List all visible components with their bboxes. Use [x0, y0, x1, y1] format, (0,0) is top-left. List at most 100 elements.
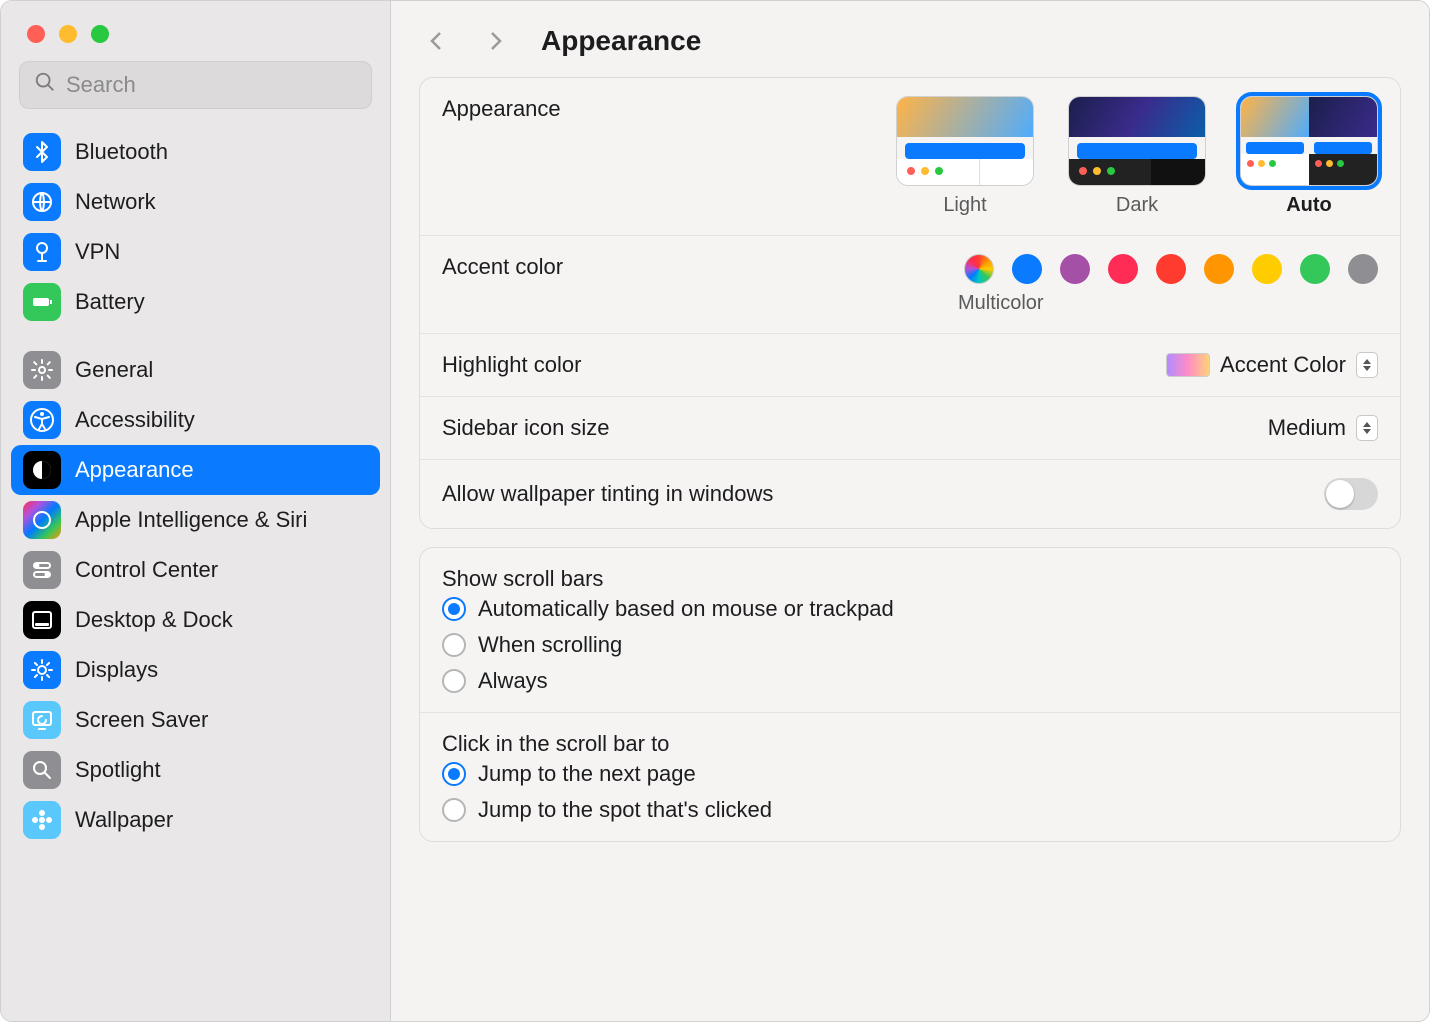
window: Bluetooth Network VPN Battery General Accessi…: [0, 0, 1430, 1022]
sidebar-item-accessibility[interactable]: Accessibility: [11, 395, 380, 445]
sidebar-item-screen-saver[interactable]: Screen Saver: [11, 695, 380, 745]
main-content: Appearance Appearance Light Dark: [391, 1, 1429, 1021]
radio-button[interactable]: [442, 669, 466, 693]
sidebar-item-label: Bluetooth: [75, 139, 168, 165]
search-field[interactable]: [19, 61, 372, 109]
radio-button[interactable]: [442, 597, 466, 621]
search-input[interactable]: [66, 72, 357, 98]
sidebar-item-label: Desktop & Dock: [75, 607, 233, 633]
accent-color-option[interactable]: [1204, 254, 1234, 284]
sidebar-item-label: Screen Saver: [75, 707, 208, 733]
row-wallpaper-tinting: Allow wallpaper tinting in windows: [420, 460, 1400, 528]
sidebar-item-label: Accessibility: [75, 407, 195, 433]
appearance-option-label: Dark: [1116, 194, 1158, 217]
wallpaper-tinting-toggle[interactable]: [1324, 478, 1378, 510]
radio-button[interactable]: [442, 633, 466, 657]
header: Appearance: [391, 1, 1429, 77]
radio-label: Jump to the spot that's clicked: [478, 797, 772, 823]
sidebar-item-label: Battery: [75, 289, 145, 315]
row-highlight-color: Highlight color Accent Color: [420, 334, 1400, 397]
highlight-color-label: Highlight color: [442, 352, 581, 378]
row-appearance: Appearance Light Dark: [420, 78, 1400, 236]
vpn-icon: [23, 233, 61, 271]
scroll-click-group: Jump to the next page Jump to the spot th…: [420, 757, 1400, 841]
sidebar-item-displays[interactable]: Displays: [11, 645, 380, 695]
screensaver-icon: [23, 701, 61, 739]
appearance-option-light[interactable]: Light: [896, 96, 1034, 217]
sidebar-item-battery[interactable]: Battery: [11, 277, 380, 327]
search-icon: [34, 71, 56, 99]
highlight-color-select[interactable]: Accent Color: [1166, 352, 1378, 378]
nav-back-button[interactable]: [425, 29, 449, 53]
flower-icon: [23, 801, 61, 839]
radio-label: Automatically based on mouse or trackpad: [478, 596, 894, 622]
sidebar-item-label: Network: [75, 189, 156, 215]
accent-color-option[interactable]: [964, 254, 994, 284]
accent-color-option[interactable]: [1156, 254, 1186, 284]
accent-color-options: [964, 254, 1378, 284]
sidebar-item-spotlight[interactable]: Spotlight: [11, 745, 380, 795]
sidebar-item-apple-intelligence-siri[interactable]: Apple Intelligence & Siri: [11, 495, 380, 545]
zoom-button[interactable]: [91, 25, 109, 43]
radio-button[interactable]: [442, 762, 466, 786]
window-controls: [1, 1, 390, 61]
radio-option[interactable]: Jump to the spot that's clicked: [442, 797, 1378, 823]
radio-label: Jump to the next page: [478, 761, 696, 787]
stepper-icon: [1356, 352, 1378, 378]
radio-button[interactable]: [442, 798, 466, 822]
minimize-button[interactable]: [59, 25, 77, 43]
row-accent-color: Accent color Multicolor: [420, 236, 1400, 334]
radio-option[interactable]: Jump to the next page: [442, 761, 1378, 787]
accent-color-option[interactable]: [1300, 254, 1330, 284]
battery-icon: [23, 283, 61, 321]
accent-color-option[interactable]: [1252, 254, 1282, 284]
sidebar-item-label: Control Center: [75, 557, 218, 583]
sidebar-item-appearance[interactable]: Appearance: [11, 445, 380, 495]
accessibility-icon: [23, 401, 61, 439]
sidebar-icon-size-value: Medium: [1268, 415, 1346, 441]
page-title: Appearance: [541, 25, 701, 57]
radio-option[interactable]: Always: [442, 668, 1378, 694]
sidebar-item-label: Apple Intelligence & Siri: [75, 507, 307, 533]
nav-forward-button[interactable]: [483, 29, 507, 53]
close-button[interactable]: [27, 25, 45, 43]
switches-icon: [23, 551, 61, 589]
stepper-icon: [1356, 415, 1378, 441]
sidebar-item-desktop-dock[interactable]: Desktop & Dock: [11, 595, 380, 645]
sidebar-item-label: General: [75, 357, 153, 383]
sidebar-item-bluetooth[interactable]: Bluetooth: [11, 127, 380, 177]
sidebar-item-wallpaper[interactable]: Wallpaper: [11, 795, 380, 845]
scroll-click-heading: Click in the scroll bar to: [420, 713, 1400, 757]
accent-color-option[interactable]: [1348, 254, 1378, 284]
highlight-swatch-icon: [1166, 353, 1210, 377]
accent-selected-label: Multicolor: [958, 292, 1044, 315]
appearance-option-dark[interactable]: Dark: [1068, 96, 1206, 217]
radio-label: When scrolling: [478, 632, 622, 658]
dock-icon: [23, 601, 61, 639]
accent-color-option[interactable]: [1012, 254, 1042, 284]
sidebar-icon-size-select[interactable]: Medium: [1268, 415, 1378, 441]
radio-label: Always: [478, 668, 548, 694]
wallpaper-tinting-label: Allow wallpaper tinting in windows: [442, 481, 773, 507]
globe-icon: [23, 183, 61, 221]
accent-color-label: Accent color: [442, 254, 563, 280]
appearance-option-auto[interactable]: Auto: [1240, 96, 1378, 217]
sidebar-icon-size-label: Sidebar icon size: [442, 415, 610, 441]
accent-color-option[interactable]: [1060, 254, 1090, 284]
sidebar-item-network[interactable]: Network: [11, 177, 380, 227]
scroll-bars-heading: Show scroll bars: [420, 548, 1400, 592]
sidebar-item-label: Spotlight: [75, 757, 161, 783]
sidebar-item-general[interactable]: General: [11, 345, 380, 395]
radio-option[interactable]: When scrolling: [442, 632, 1378, 658]
highlight-color-value: Accent Color: [1220, 352, 1346, 378]
search-icon: [23, 751, 61, 789]
siri-icon: [23, 501, 61, 539]
sidebar-item-vpn[interactable]: VPN: [11, 227, 380, 277]
gear-icon: [23, 351, 61, 389]
panel-scrolling: Show scroll bars Automatically based on …: [419, 547, 1401, 842]
sidebar-item-control-center[interactable]: Control Center: [11, 545, 380, 595]
accent-color-option[interactable]: [1108, 254, 1138, 284]
appearance-option-label: Light: [943, 194, 986, 217]
sidebar-item-label: Displays: [75, 657, 158, 683]
radio-option[interactable]: Automatically based on mouse or trackpad: [442, 596, 1378, 622]
